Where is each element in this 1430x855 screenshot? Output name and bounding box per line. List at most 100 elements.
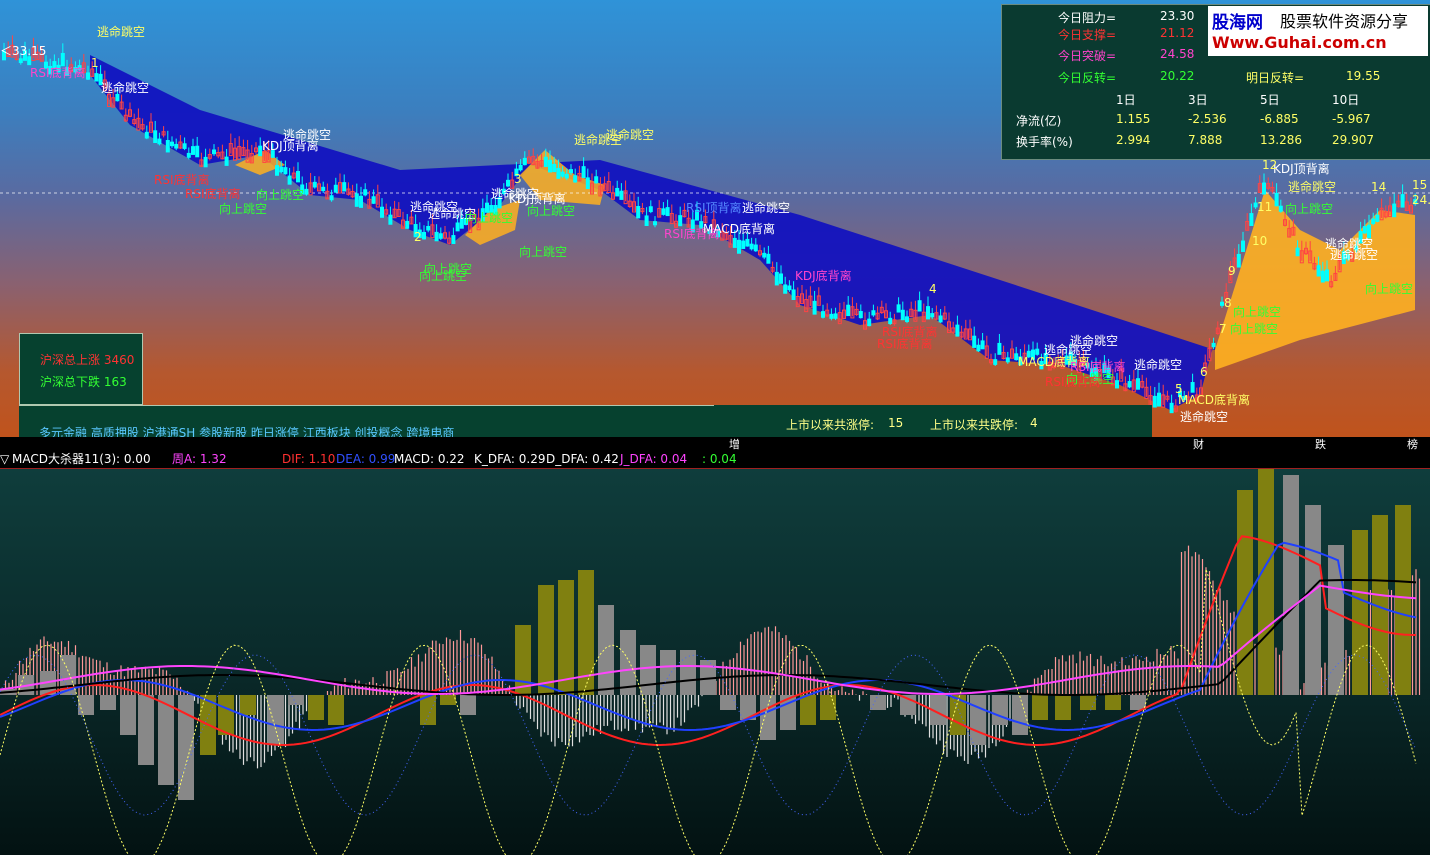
macd-wide-bar (120, 695, 136, 735)
limit-down-count: 4 (1030, 416, 1038, 430)
candle-body (405, 220, 410, 229)
candle-body (1236, 253, 1241, 268)
candle-body (993, 359, 998, 365)
macd-wide-bar (240, 695, 256, 715)
signal-marker: 向上跳空 (419, 269, 468, 283)
candle-body (283, 167, 288, 175)
candle-body (203, 156, 208, 168)
turnover-5d: 13.286 (1260, 133, 1302, 147)
signal-marker: MACD底背离 (1178, 393, 1250, 407)
macd-wide-bar (1055, 695, 1071, 720)
price-chart-panel[interactable]: ＜33.15 24.3 逃命跳空逃命跳空RSI底背离逃命跳空KDJ顶背离RSI底… (0, 0, 1430, 437)
candle-body (846, 304, 851, 317)
macd-wide-bar (218, 695, 234, 735)
candle-body (426, 225, 431, 231)
candle-body (86, 72, 90, 80)
macd-wide-bar (158, 695, 174, 785)
signal-marker: 逃命跳空 (1288, 180, 1337, 194)
candle-body (1262, 182, 1266, 195)
candle-body (678, 215, 683, 227)
macd-indicator-panel[interactable] (0, 469, 1430, 855)
macd-wide-bar (308, 695, 324, 720)
candle-body (1295, 247, 1300, 257)
wave-number: 7 (1219, 322, 1227, 336)
wave-number: 10 (1252, 234, 1268, 248)
candle-body (451, 235, 456, 244)
macd-wide-bar (538, 585, 554, 695)
candle-body (787, 285, 792, 291)
tomorrow-reversal-label: 明日反转= (1246, 71, 1305, 85)
candle-body (224, 156, 229, 166)
signal-marker: 逃命跳空 (1330, 248, 1379, 262)
indicator-name[interactable]: MACD大杀器11(3) (12, 450, 116, 468)
candle-body (1278, 205, 1283, 212)
candle-body (791, 289, 796, 300)
candle-body (438, 233, 443, 239)
candle-body (380, 206, 384, 218)
reversal-value: 20.22 (1160, 69, 1195, 83)
candle-body (522, 157, 527, 166)
signal-marker: 向上跳空 (527, 204, 576, 218)
signal-marker: 逃命跳空 (97, 25, 146, 39)
candle-body (556, 167, 561, 179)
signal-marker: RSI顶背离 (686, 201, 742, 215)
candle-body (1320, 270, 1325, 283)
signal-marker: 向上跳空 (519, 245, 568, 259)
limit-down-label: 上市以来共跌停: (930, 418, 1019, 432)
indicator-d: D_DFA: 0.42 (546, 452, 619, 466)
wave-number: 14 (1371, 180, 1387, 194)
candle-body (212, 149, 216, 155)
candle-body (354, 193, 359, 207)
macd-wide-bar (992, 695, 1008, 725)
signal-marker: RSI底背离 (154, 173, 210, 187)
candle-body (741, 240, 746, 249)
wave-number: 6 (1200, 365, 1208, 379)
macd-wide-bar (1032, 695, 1048, 720)
indicator-dea: DEA: 0.99 (336, 452, 396, 466)
candle-body (871, 310, 876, 316)
candle-body (636, 205, 641, 219)
candle-body (304, 188, 309, 195)
net-flow-5d: -6.885 (1260, 112, 1299, 126)
candle-body (1325, 269, 1329, 282)
macd-wide-bar (640, 645, 656, 695)
price-readout: ＜33.15 (0, 44, 47, 58)
candle-body (1241, 240, 1245, 252)
signal-marker: RSI底背离 (1045, 375, 1101, 389)
macd-wide-bar (680, 650, 696, 695)
wave-number: 2 (414, 230, 422, 244)
candle-body (955, 324, 960, 337)
candle-body (594, 176, 599, 184)
candle-body (926, 306, 930, 320)
candle-body (1035, 348, 1040, 355)
candle-body (1249, 213, 1254, 226)
candle-body (858, 311, 863, 319)
candle-body (783, 284, 788, 294)
candle-body (615, 187, 620, 197)
macd-chart[interactable] (0, 469, 1430, 855)
candle-body (115, 93, 120, 102)
wave-number: 9 (1228, 264, 1236, 278)
candle-body (732, 237, 737, 248)
resistance-label: 今日阻力= (1058, 11, 1117, 25)
candle-body (930, 313, 935, 318)
market-down-label: 沪深总下跌 163 (40, 375, 127, 389)
wave-number: 15 (1412, 178, 1428, 192)
candle-body (144, 131, 149, 139)
candle-body (661, 208, 666, 215)
candle-body (888, 317, 893, 325)
candle-body (976, 344, 981, 352)
concept-tags-bar: 多元金融 高质押股 沪港通SH 参股新股 昨日涨停 江西板块 创投概念 跨境电商 (19, 405, 714, 437)
candle-body (938, 315, 943, 323)
macd-wide-bar (598, 605, 614, 695)
candle-body (1400, 194, 1405, 208)
candle-body (905, 316, 909, 323)
candle-body (1169, 402, 1174, 414)
signal-marker: KDJ顶背离 (1273, 162, 1330, 176)
signal-marker: 向上跳空 (1233, 305, 1282, 319)
indicator-week-a: 周A: 1.32 (172, 452, 227, 466)
candle-body (329, 195, 334, 201)
indicator-name-prefix: ▽ (0, 452, 10, 466)
candle-body (275, 165, 279, 176)
turnover-10d: 29.907 (1332, 133, 1374, 147)
